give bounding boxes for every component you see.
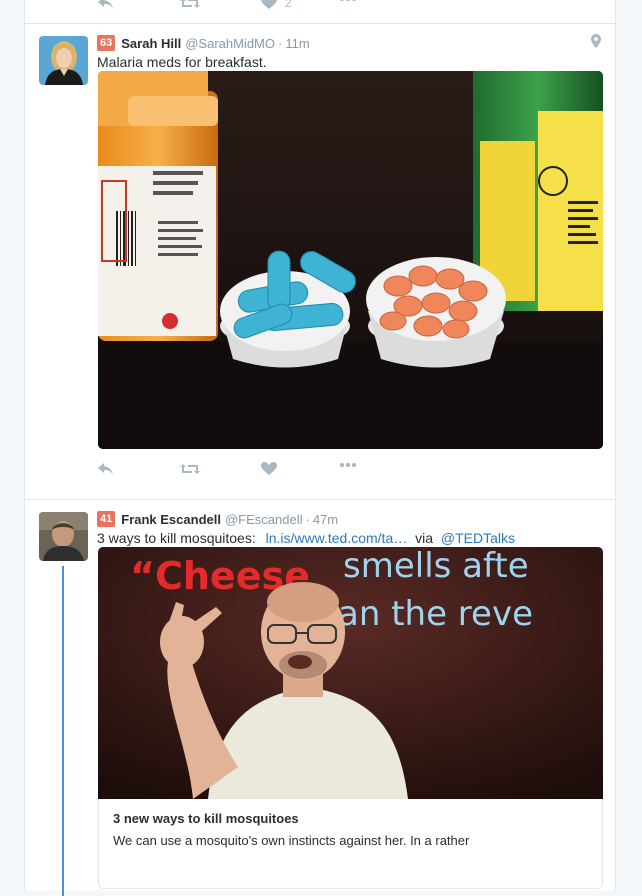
- tweet-text-prefix: 3 ways to kill mosquitoes:: [97, 530, 256, 546]
- retweet-icon: [180, 464, 200, 474]
- geo-location-button[interactable]: [591, 34, 601, 51]
- conversation-thread-line: [62, 566, 64, 896]
- tweet-header: 41 Frank Escandell @FEscandell · 47m: [97, 511, 338, 527]
- previous-tweet: 2: [25, 0, 615, 24]
- reply-button[interactable]: [97, 462, 115, 476]
- tweet-timestamp[interactable]: 11m: [285, 36, 309, 51]
- location-pin-icon: [591, 34, 601, 48]
- tweet-url-link[interactable]: ln.is/www.ted.com/ta…: [266, 530, 408, 546]
- card-title[interactable]: 3 new ways to kill mosquitoes: [113, 811, 588, 826]
- link-card-image[interactable]: “Cheese smells afte an the reve: [98, 547, 603, 799]
- tweet-timestamp[interactable]: 47m: [313, 512, 338, 527]
- pill-bottles-photo: [98, 71, 603, 449]
- more-icon: [340, 0, 356, 2]
- like-count: 2: [285, 0, 292, 10]
- more-icon: [339, 462, 357, 468]
- heart-icon: [261, 0, 277, 9]
- retweet-button[interactable]: [179, 0, 201, 10]
- retweet-icon: [180, 0, 200, 8]
- speaker-photo: “Cheese smells afte an the reve: [98, 547, 603, 799]
- svg-text:an the reve: an the reve: [338, 594, 533, 634]
- like-button[interactable]: [261, 462, 277, 476]
- score-badge: 63: [97, 35, 116, 51]
- separator-dot: ·: [278, 35, 283, 51]
- via-label: via: [415, 530, 434, 546]
- tweet-actions: [97, 462, 377, 480]
- tweet-text: Malaria meds for breakfast.: [97, 54, 267, 70]
- reply-icon: [98, 463, 113, 475]
- avatar-image: [39, 36, 88, 85]
- author-handle[interactable]: @FEscandell: [225, 512, 303, 527]
- svg-text:smells afte: smells afte: [343, 547, 529, 586]
- avatar[interactable]: [39, 36, 88, 85]
- more-button[interactable]: [339, 0, 357, 2]
- timeline: 2 63 Sarah Hill @SarahMidMO · 11m Malari…: [24, 0, 616, 896]
- tweet-actions: 2: [97, 0, 377, 14]
- separator-dot: ·: [305, 511, 310, 527]
- avatar[interactable]: [39, 512, 88, 561]
- tweet-photo[interactable]: [98, 71, 603, 449]
- author-name[interactable]: Frank Escandell: [121, 512, 221, 527]
- tweet-item[interactable]: 63 Sarah Hill @SarahMidMO · 11m Malaria …: [25, 24, 615, 500]
- link-card[interactable]: 3 new ways to kill mosquitoes We can use…: [98, 799, 603, 889]
- card-description: We can use a mosquito's own instincts ag…: [113, 833, 470, 848]
- avatar-image: [39, 512, 88, 561]
- retweet-button[interactable]: [179, 462, 201, 476]
- reply-button[interactable]: [97, 0, 115, 10]
- author-handle[interactable]: @SarahMidMO: [185, 36, 275, 51]
- mention-link[interactable]: @TEDTalks: [441, 530, 515, 546]
- like-button[interactable]: 2: [261, 0, 292, 10]
- author-name[interactable]: Sarah Hill: [121, 36, 181, 51]
- tweet-text: 3 ways to kill mosquitoes: ln.is/www.ted…: [97, 530, 515, 546]
- reply-icon: [98, 0, 113, 9]
- heart-icon: [261, 462, 277, 475]
- tweet-item[interactable]: 41 Frank Escandell @FEscandell · 47m 3 w…: [25, 500, 615, 896]
- more-button[interactable]: [339, 462, 357, 468]
- tweet-header: 63 Sarah Hill @SarahMidMO · 11m: [97, 35, 310, 51]
- score-badge: 41: [97, 511, 116, 527]
